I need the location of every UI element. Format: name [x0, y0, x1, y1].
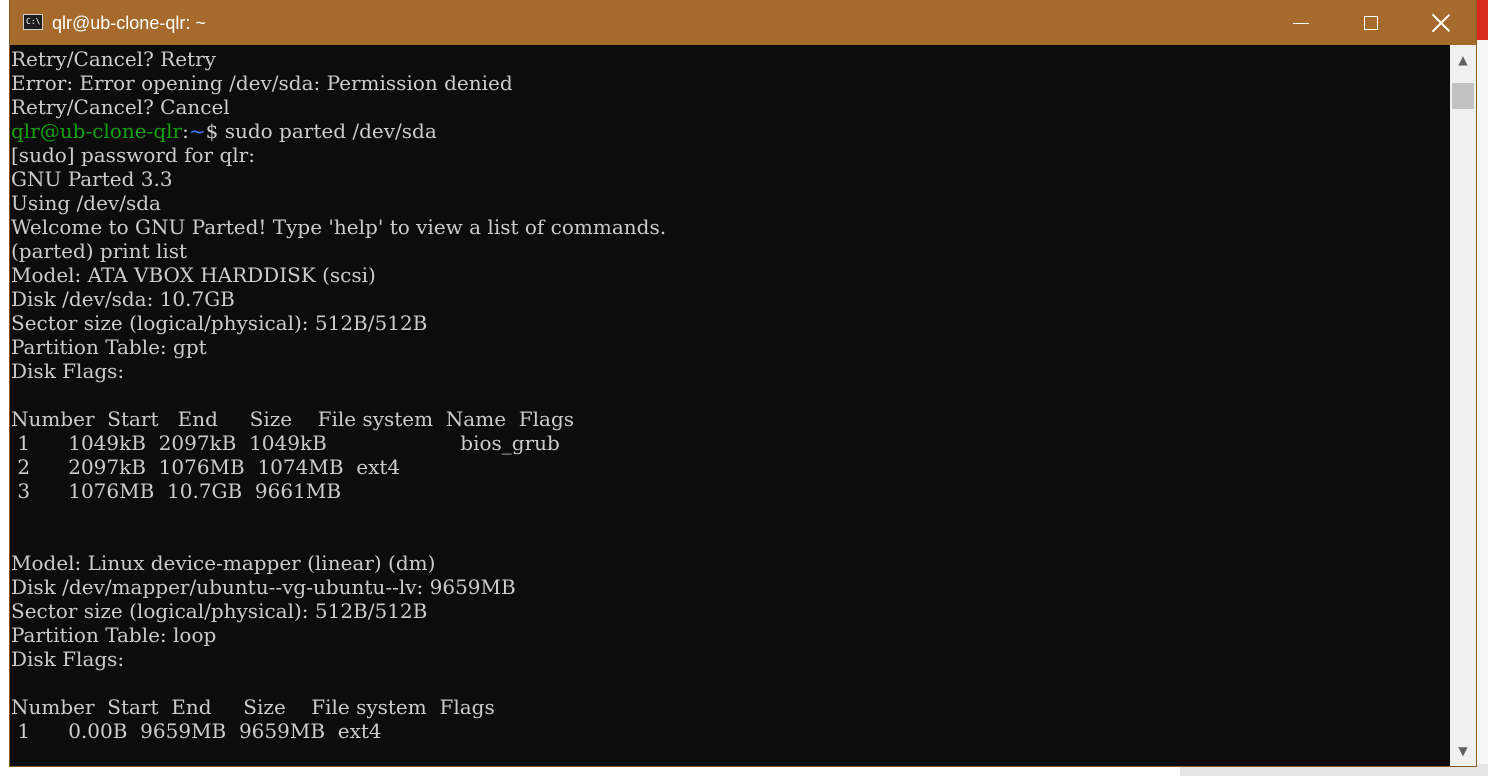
terminal-line: Disk /dev/mapper/ubuntu--vg-ubuntu--lv: … — [11, 575, 516, 599]
maximize-button[interactable] — [1336, 0, 1406, 45]
terminal-line: Sector size (logical/physical): 512B/512… — [11, 311, 428, 335]
terminal-line: Number Start End Size File system Flags — [11, 695, 495, 719]
maximize-icon — [1364, 15, 1378, 30]
background-window-edge — [1476, 0, 1488, 776]
close-button[interactable] — [1406, 0, 1476, 45]
prompt-line: qlr@ub-clone-qlr:~$ sudo parted /dev/sda — [11, 119, 437, 143]
terminal-line: Welcome to GNU Parted! Type 'help' to vi… — [11, 215, 667, 239]
terminal-line: Disk Flags: — [11, 647, 125, 671]
terminal-line: 1 1049kB 2097kB 1049kB bios_grub — [11, 431, 560, 455]
terminal-line: 3 1076MB 10.7GB 9661MB — [11, 479, 342, 503]
terminal-line: Number Start End Size File system Name F… — [11, 407, 575, 431]
terminal-line: (parted) print list — [11, 239, 188, 263]
minimize-button[interactable] — [1266, 0, 1336, 45]
scrollbar-thumb[interactable] — [1452, 83, 1474, 109]
window-title: qlr@ub-clone-qlr: ~ — [52, 13, 206, 33]
vertical-scrollbar[interactable]: ▲ ▼ — [1450, 45, 1476, 766]
terminal-window[interactable]: C:\ qlr@ub-clone-qlr: ~ Retry/Cancel? Re… — [10, 0, 1476, 766]
terminal-line: 1 0.00B 9659MB 9659MB ext4 — [11, 719, 382, 743]
terminal-line: Partition Table: loop — [11, 623, 217, 647]
terminal-line: Disk /dev/sda: 10.7GB — [11, 287, 235, 311]
scroll-down-arrow-icon[interactable]: ▼ — [1450, 736, 1476, 766]
terminal-line: 2 2097kB 1076MB 1074MB ext4 — [11, 455, 401, 479]
terminal-line: [sudo] password for qlr: — [11, 143, 255, 167]
terminal-line: Model: ATA VBOX HARDDISK (scsi) — [11, 263, 376, 287]
terminal-line: Sector size (logical/physical): 512B/512… — [11, 599, 428, 623]
console-icon: C:\ — [23, 14, 43, 30]
close-icon — [1432, 14, 1450, 32]
terminal-line: GNU Parted 3.3 — [11, 167, 173, 191]
terminal-line: Using /dev/sda — [11, 191, 161, 215]
title-bar[interactable]: C:\ qlr@ub-clone-qlr: ~ — [10, 0, 1476, 45]
background-window-accent — [1476, 0, 1488, 40]
prompt-command: sudo parted /dev/sda — [224, 119, 437, 143]
terminal-line: Retry/Cancel? Cancel — [11, 95, 230, 119]
terminal-line: Retry/Cancel? Retry — [11, 47, 216, 71]
terminal-line: Partition Table: gpt — [11, 335, 207, 359]
minimize-icon — [1293, 23, 1309, 24]
prompt-symbol: $ — [205, 119, 225, 143]
prompt-path: ~ — [188, 119, 206, 143]
terminal-line: Model: Linux device-mapper (linear) (dm) — [11, 551, 436, 575]
prompt-user-host: qlr@ub-clone-qlr — [11, 119, 183, 143]
terminal-line: Disk Flags: — [11, 359, 125, 383]
terminal-line: Error: Error opening /dev/sda: Permissio… — [11, 71, 513, 95]
scroll-up-arrow-icon[interactable]: ▲ — [1450, 45, 1476, 75]
prompt-colon: : — [182, 119, 189, 143]
terminal-output[interactable]: Retry/Cancel? Retry Error: Error opening… — [10, 45, 1450, 766]
